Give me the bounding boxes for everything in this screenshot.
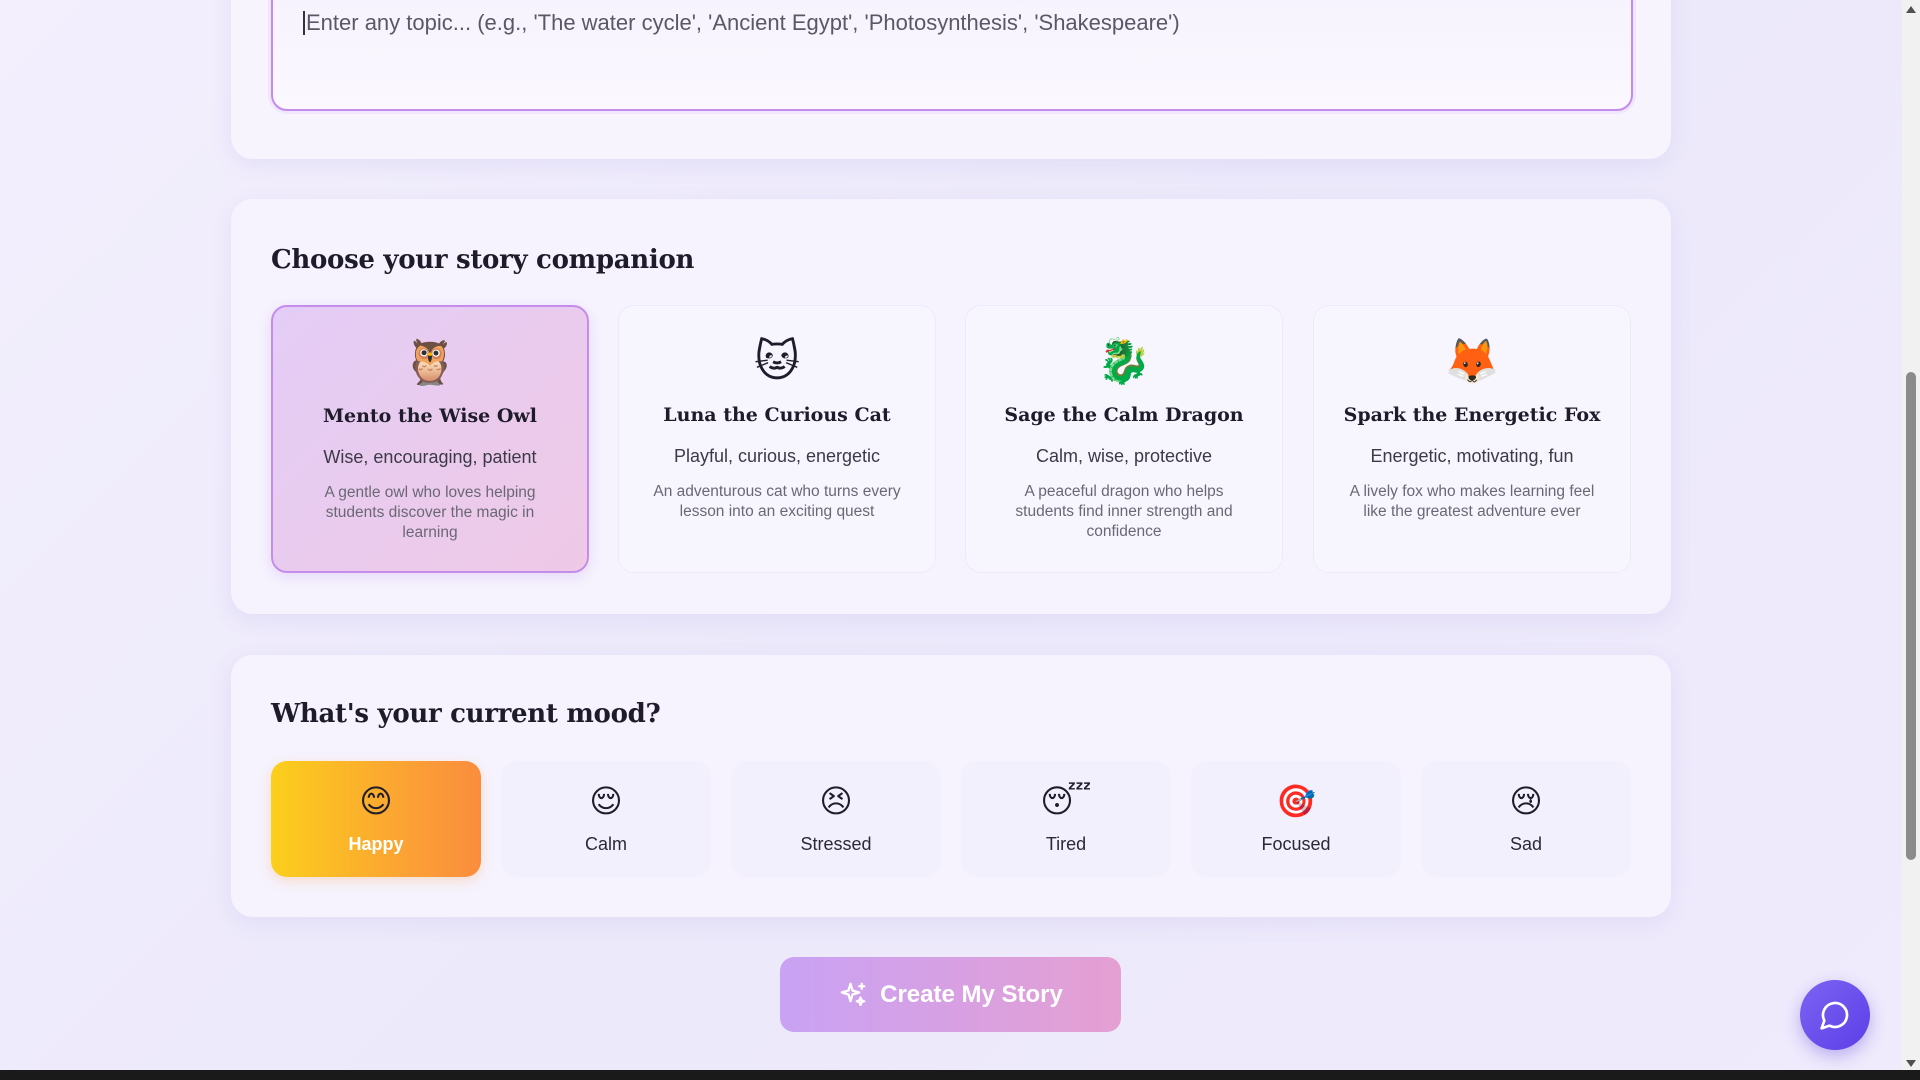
companion-card-dragon[interactable]: 🐉 Sage the Calm Dragon Calm, wise, prote…: [965, 305, 1283, 573]
sparkles-icon: [840, 982, 866, 1006]
relieved-face-icon: 😌: [589, 783, 623, 819]
topic-card: Enter any topic... (e.g., 'The water cyc…: [231, 0, 1671, 159]
companion-section: Choose your story companion 🦉 Mento the …: [231, 199, 1671, 614]
persevering-face-icon: 😣: [819, 783, 853, 819]
companion-name: Luna the Curious Cat: [663, 404, 891, 426]
mood-label: Calm: [584, 834, 627, 854]
bottom-edge: [0, 1070, 1920, 1080]
companion-name: Spark the Energetic Fox: [1343, 404, 1601, 426]
mood-section-title: What's your current mood?: [271, 699, 661, 729]
companion-traits: Energetic, motivating, fun: [1370, 446, 1574, 466]
text-caret: [303, 11, 305, 35]
companion-card-cat[interactable]: 🐱 Luna the Curious Cat Playful, curious,…: [618, 305, 936, 573]
topic-input[interactable]: Enter any topic... (e.g., 'The water cyc…: [271, 0, 1633, 111]
scroll-up-arrow-icon[interactable]: [1906, 6, 1916, 13]
companion-name: Sage the Calm Dragon: [1004, 404, 1244, 426]
smiling-face-icon: 😊: [359, 783, 393, 819]
mood-label: Sad: [1509, 834, 1543, 854]
mood-option-calm[interactable]: 😌 Calm: [501, 761, 711, 877]
page: Enter any topic... (e.g., 'The water cyc…: [0, 0, 1902, 1070]
chat-button[interactable]: [1800, 980, 1870, 1050]
companion-traits: Calm, wise, protective: [1035, 446, 1213, 466]
sleeping-face-icon: 😴: [1040, 783, 1092, 819]
companion-grid: 🦉 Mento the Wise Owl Wise, encouraging, …: [271, 305, 1633, 573]
scrollbar-thumb[interactable]: [1906, 372, 1916, 860]
topic-placeholder: Enter any topic... (e.g., 'The water cyc…: [306, 10, 1180, 35]
companion-description: A lively fox who makes learning feel lik…: [1349, 483, 1595, 520]
companion-name: Mento the Wise Owl: [322, 405, 538, 427]
mood-section: What's your current mood? 😊 Happy 😌 Calm…: [231, 655, 1671, 917]
owl-icon: 🦉: [402, 338, 458, 387]
fox-icon: 🦊: [1444, 337, 1500, 386]
companion-section-title: Choose your story companion: [271, 245, 695, 275]
mood-grid: 😊 Happy 😌 Calm 😣 Stressed 😴 Tired 🎯 Focu…: [271, 761, 1633, 877]
companion-description: A gentle owl who loves helping students …: [324, 484, 536, 541]
companion-traits: Playful, curious, energetic: [673, 446, 881, 466]
mood-label: Stressed: [800, 834, 872, 854]
dragon-icon: 🐉: [1096, 337, 1152, 386]
crying-face-icon: 😢: [1509, 783, 1543, 819]
target-icon: 🎯: [1276, 783, 1316, 819]
companion-traits: Wise, encouraging, patient: [323, 447, 537, 467]
chat-bubble-icon: [1820, 1001, 1849, 1030]
scroll-down-arrow-icon[interactable]: [1906, 1060, 1916, 1067]
mood-option-sad[interactable]: 😢 Sad: [1421, 761, 1631, 877]
create-story-label: Create My Story: [880, 980, 1063, 1008]
mood-option-happy[interactable]: 😊 Happy: [271, 761, 481, 877]
cat-icon: 🐱: [754, 337, 800, 386]
companion-card-fox[interactable]: 🦊 Spark the Energetic Fox Energetic, mot…: [1313, 305, 1631, 573]
mood-label: Tired: [1045, 834, 1087, 854]
vertical-scrollbar[interactable]: [1902, 0, 1920, 1070]
companion-card-owl[interactable]: 🦉 Mento the Wise Owl Wise, encouraging, …: [271, 305, 589, 573]
mood-option-focused[interactable]: 🎯 Focused: [1191, 761, 1401, 877]
mood-option-tired[interactable]: 😴 Tired: [961, 761, 1171, 877]
create-story-button[interactable]: Create My Story: [780, 957, 1121, 1032]
mood-label: Happy: [348, 834, 404, 854]
companion-description: An adventurous cat who turns every lesso…: [653, 483, 901, 520]
companion-description: A peaceful dragon who helps students fin…: [1015, 483, 1233, 540]
mood-label: Focused: [1261, 834, 1331, 854]
mood-option-stressed[interactable]: 😣 Stressed: [731, 761, 941, 877]
